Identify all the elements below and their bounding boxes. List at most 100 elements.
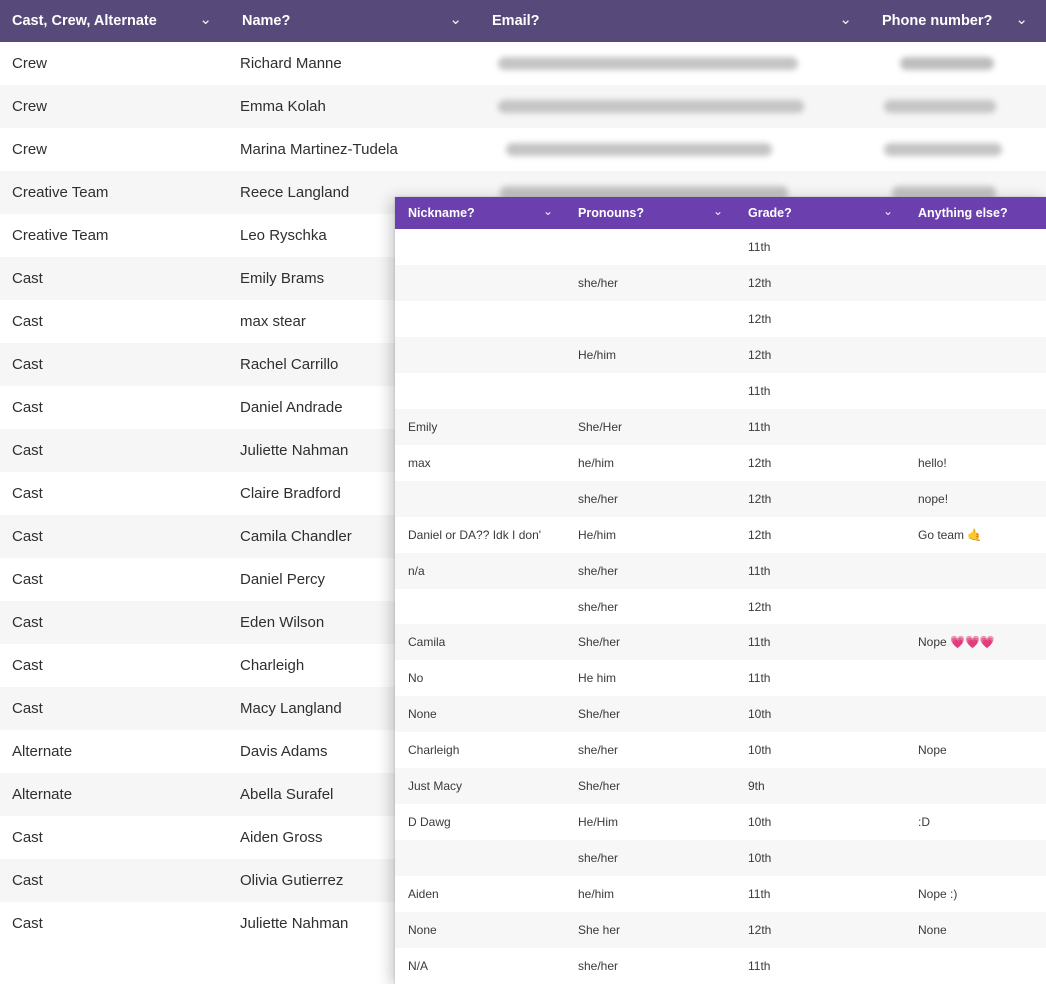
cell-nickname[interactable]: Daniel or DA?? Idk I don' bbox=[395, 517, 565, 553]
cell-email[interactable] bbox=[480, 42, 870, 85]
cell-pronouns[interactable]: She/her bbox=[565, 768, 735, 804]
cell-grade[interactable]: 10th bbox=[735, 804, 905, 840]
cell-role[interactable]: Crew bbox=[0, 128, 230, 171]
cell-grade[interactable]: 11th bbox=[735, 373, 905, 409]
chevron-down-icon[interactable]: ⌄ bbox=[449, 12, 462, 27]
cell-nickname[interactable] bbox=[395, 301, 565, 337]
cell-pronouns[interactable]: she/her bbox=[565, 732, 735, 768]
cell-grade[interactable]: 12th bbox=[735, 517, 905, 553]
cell-pronouns[interactable] bbox=[565, 301, 735, 337]
cell-anything[interactable]: hello! bbox=[905, 445, 1046, 481]
cell-pronouns[interactable]: He/him bbox=[565, 337, 735, 373]
cell-anything[interactable]: Go team 🤙 bbox=[905, 517, 1046, 553]
cell-pronouns[interactable]: she/her bbox=[565, 265, 735, 301]
cell-phone[interactable] bbox=[870, 128, 1046, 171]
cell-anything[interactable]: nope! bbox=[905, 481, 1046, 517]
cell-nickname[interactable]: Emily bbox=[395, 409, 565, 445]
cell-anything[interactable]: Nope 💗💗💗 bbox=[905, 624, 1046, 660]
cell-role[interactable]: Cast bbox=[0, 601, 230, 644]
cell-grade[interactable]: 12th bbox=[735, 912, 905, 948]
cell-grade[interactable]: 9th bbox=[735, 768, 905, 804]
cell-anything[interactable] bbox=[905, 948, 1046, 984]
cell-grade[interactable]: 11th bbox=[735, 553, 905, 589]
cell-pronouns[interactable]: She/her bbox=[565, 696, 735, 732]
cell-nickname[interactable]: Aiden bbox=[395, 876, 565, 912]
column-header-role[interactable]: Cast, Crew, Alternate ⌄ bbox=[0, 0, 230, 42]
cell-grade[interactable]: 12th bbox=[735, 481, 905, 517]
cell-grade[interactable]: 11th bbox=[735, 660, 905, 696]
cell-pronouns[interactable]: she/her bbox=[565, 553, 735, 589]
cell-nickname[interactable]: D Dawg bbox=[395, 804, 565, 840]
cell-anything[interactable] bbox=[905, 373, 1046, 409]
cell-anything[interactable] bbox=[905, 768, 1046, 804]
cell-role[interactable]: Crew bbox=[0, 85, 230, 128]
column-header-anything-else[interactable]: Anything else? bbox=[905, 197, 1046, 229]
cell-role[interactable]: Creative Team bbox=[0, 171, 230, 214]
cell-anything[interactable] bbox=[905, 265, 1046, 301]
cell-nickname[interactable] bbox=[395, 265, 565, 301]
column-header-nickname[interactable]: Nickname? ⌄ bbox=[395, 197, 565, 229]
cell-anything[interactable] bbox=[905, 840, 1046, 876]
cell-nickname[interactable]: None bbox=[395, 912, 565, 948]
cell-nickname[interactable] bbox=[395, 373, 565, 409]
cell-role[interactable]: Alternate bbox=[0, 773, 230, 816]
cell-role[interactable]: Cast bbox=[0, 816, 230, 859]
cell-pronouns[interactable]: She/Her bbox=[565, 409, 735, 445]
cell-nickname[interactable]: max bbox=[395, 445, 565, 481]
cell-anything[interactable] bbox=[905, 696, 1046, 732]
cell-grade[interactable]: 11th bbox=[735, 409, 905, 445]
chevron-down-icon[interactable]: ⌄ bbox=[839, 12, 852, 27]
cell-pronouns[interactable]: he/him bbox=[565, 445, 735, 481]
cell-role[interactable]: Cast bbox=[0, 300, 230, 343]
cell-pronouns[interactable] bbox=[565, 373, 735, 409]
cell-nickname[interactable]: N/A bbox=[395, 948, 565, 984]
cell-role[interactable]: Crew bbox=[0, 42, 230, 85]
cell-grade[interactable]: 10th bbox=[735, 840, 905, 876]
cell-grade[interactable]: 12th bbox=[735, 445, 905, 481]
cell-grade[interactable]: 11th bbox=[735, 624, 905, 660]
cell-nickname[interactable] bbox=[395, 589, 565, 625]
cell-role[interactable]: Creative Team bbox=[0, 214, 230, 257]
cell-pronouns[interactable]: She/her bbox=[565, 624, 735, 660]
cell-nickname[interactable]: Camila bbox=[395, 624, 565, 660]
cell-role[interactable]: Cast bbox=[0, 902, 230, 945]
cell-pronouns[interactable]: she/her bbox=[565, 589, 735, 625]
cell-pronouns[interactable]: she/her bbox=[565, 481, 735, 517]
cell-nickname[interactable]: n/a bbox=[395, 553, 565, 589]
cell-grade[interactable]: 10th bbox=[735, 732, 905, 768]
cell-name[interactable]: Richard Manne bbox=[230, 42, 480, 85]
cell-pronouns[interactable]: she/her bbox=[565, 840, 735, 876]
cell-pronouns[interactable] bbox=[565, 229, 735, 265]
cell-grade[interactable]: 12th bbox=[735, 265, 905, 301]
cell-role[interactable]: Alternate bbox=[0, 730, 230, 773]
cell-anything[interactable] bbox=[905, 337, 1046, 373]
cell-anything[interactable]: None bbox=[905, 912, 1046, 948]
cell-grade[interactable]: 11th bbox=[735, 876, 905, 912]
chevron-down-icon[interactable]: ⌄ bbox=[543, 205, 553, 217]
cell-nickname[interactable] bbox=[395, 840, 565, 876]
cell-nickname[interactable]: None bbox=[395, 696, 565, 732]
column-header-pronouns[interactable]: Pronouns? ⌄ bbox=[565, 197, 735, 229]
cell-role[interactable]: Cast bbox=[0, 558, 230, 601]
cell-nickname[interactable] bbox=[395, 229, 565, 265]
cell-role[interactable]: Cast bbox=[0, 257, 230, 300]
cell-anything[interactable] bbox=[905, 229, 1046, 265]
chevron-down-icon[interactable]: ⌄ bbox=[1015, 12, 1028, 27]
cell-phone[interactable] bbox=[870, 42, 1046, 85]
chevron-down-icon[interactable]: ⌄ bbox=[713, 205, 723, 217]
column-header-name[interactable]: Name? ⌄ bbox=[230, 0, 480, 42]
cell-phone[interactable] bbox=[870, 85, 1046, 128]
cell-role[interactable]: Cast bbox=[0, 343, 230, 386]
column-header-email[interactable]: Email? ⌄ bbox=[480, 0, 870, 42]
cell-pronouns[interactable]: He/Him bbox=[565, 804, 735, 840]
cell-grade[interactable]: 12th bbox=[735, 589, 905, 625]
cell-grade[interactable]: 10th bbox=[735, 696, 905, 732]
cell-anything[interactable]: :D bbox=[905, 804, 1046, 840]
cell-nickname[interactable] bbox=[395, 481, 565, 517]
column-header-grade[interactable]: Grade? ⌄ bbox=[735, 197, 905, 229]
cell-name[interactable]: Marina Martinez-Tudela bbox=[230, 128, 480, 171]
cell-anything[interactable] bbox=[905, 660, 1046, 696]
cell-role[interactable]: Cast bbox=[0, 644, 230, 687]
cell-pronouns[interactable]: he/him bbox=[565, 876, 735, 912]
cell-pronouns[interactable]: She her bbox=[565, 912, 735, 948]
